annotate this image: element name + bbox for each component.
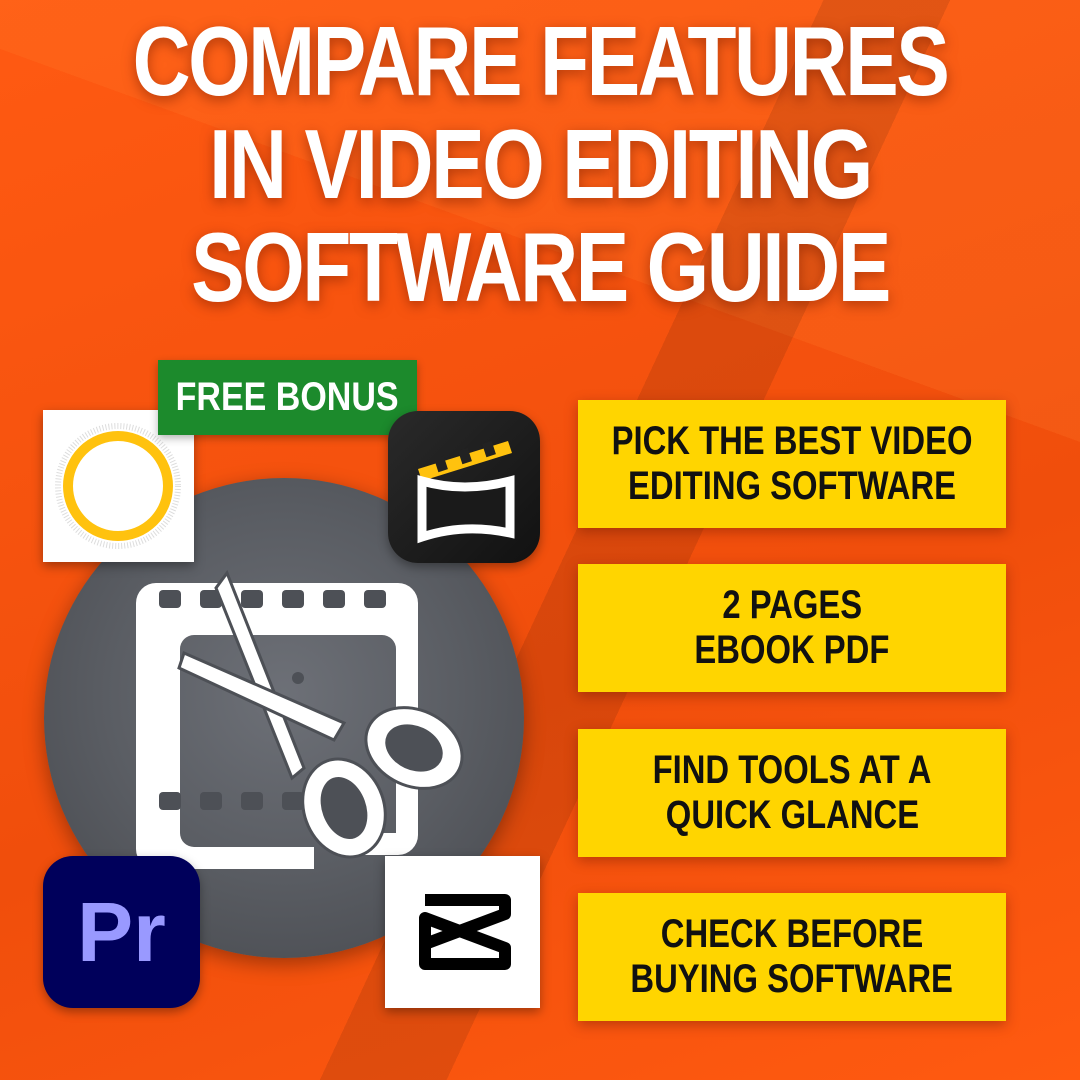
feature-card-pages: 2 PAGES EBOOK PDF <box>578 564 1006 692</box>
premiere-pro-icon: Pr <box>43 856 200 1008</box>
feature-card-text: EBOOK PDF <box>694 628 890 672</box>
premiere-pro-label: Pr <box>77 884 166 979</box>
feature-card-text: PICK THE BEST VIDEO <box>611 419 973 463</box>
headline-line-3: SOFTWARE GUIDE <box>191 212 891 322</box>
feature-card-text: FIND TOOLS AT A <box>652 748 932 792</box>
headline: COMPARE FEATURES IN VIDEO EDITING SOFTWA… <box>97 10 983 319</box>
free-bonus-badge: FREE BONUS <box>158 360 417 435</box>
feature-card-pick-best: PICK THE BEST VIDEO EDITING SOFTWARE <box>578 400 1006 528</box>
feature-card-text: CHECK BEFORE <box>660 912 924 956</box>
feature-card-text: BUYING SOFTWARE <box>630 957 954 1001</box>
headline-line-2: IN VIDEO EDITING <box>209 109 873 219</box>
feature-card-text: EDITING SOFTWARE <box>628 464 956 508</box>
free-bonus-label: FREE BONUS <box>176 375 399 419</box>
headline-line-1: COMPARE FEATURES <box>132 6 950 116</box>
capcut-icon <box>385 856 540 1008</box>
clapperboard-app-icon <box>388 411 540 563</box>
feature-card-check-before: CHECK BEFORE BUYING SOFTWARE <box>578 893 1006 1021</box>
feature-card-text: 2 PAGES <box>722 583 862 627</box>
feature-card-text: QUICK GLANCE <box>665 793 919 837</box>
feature-card-find-tools: FIND TOOLS AT A QUICK GLANCE <box>578 729 1006 857</box>
